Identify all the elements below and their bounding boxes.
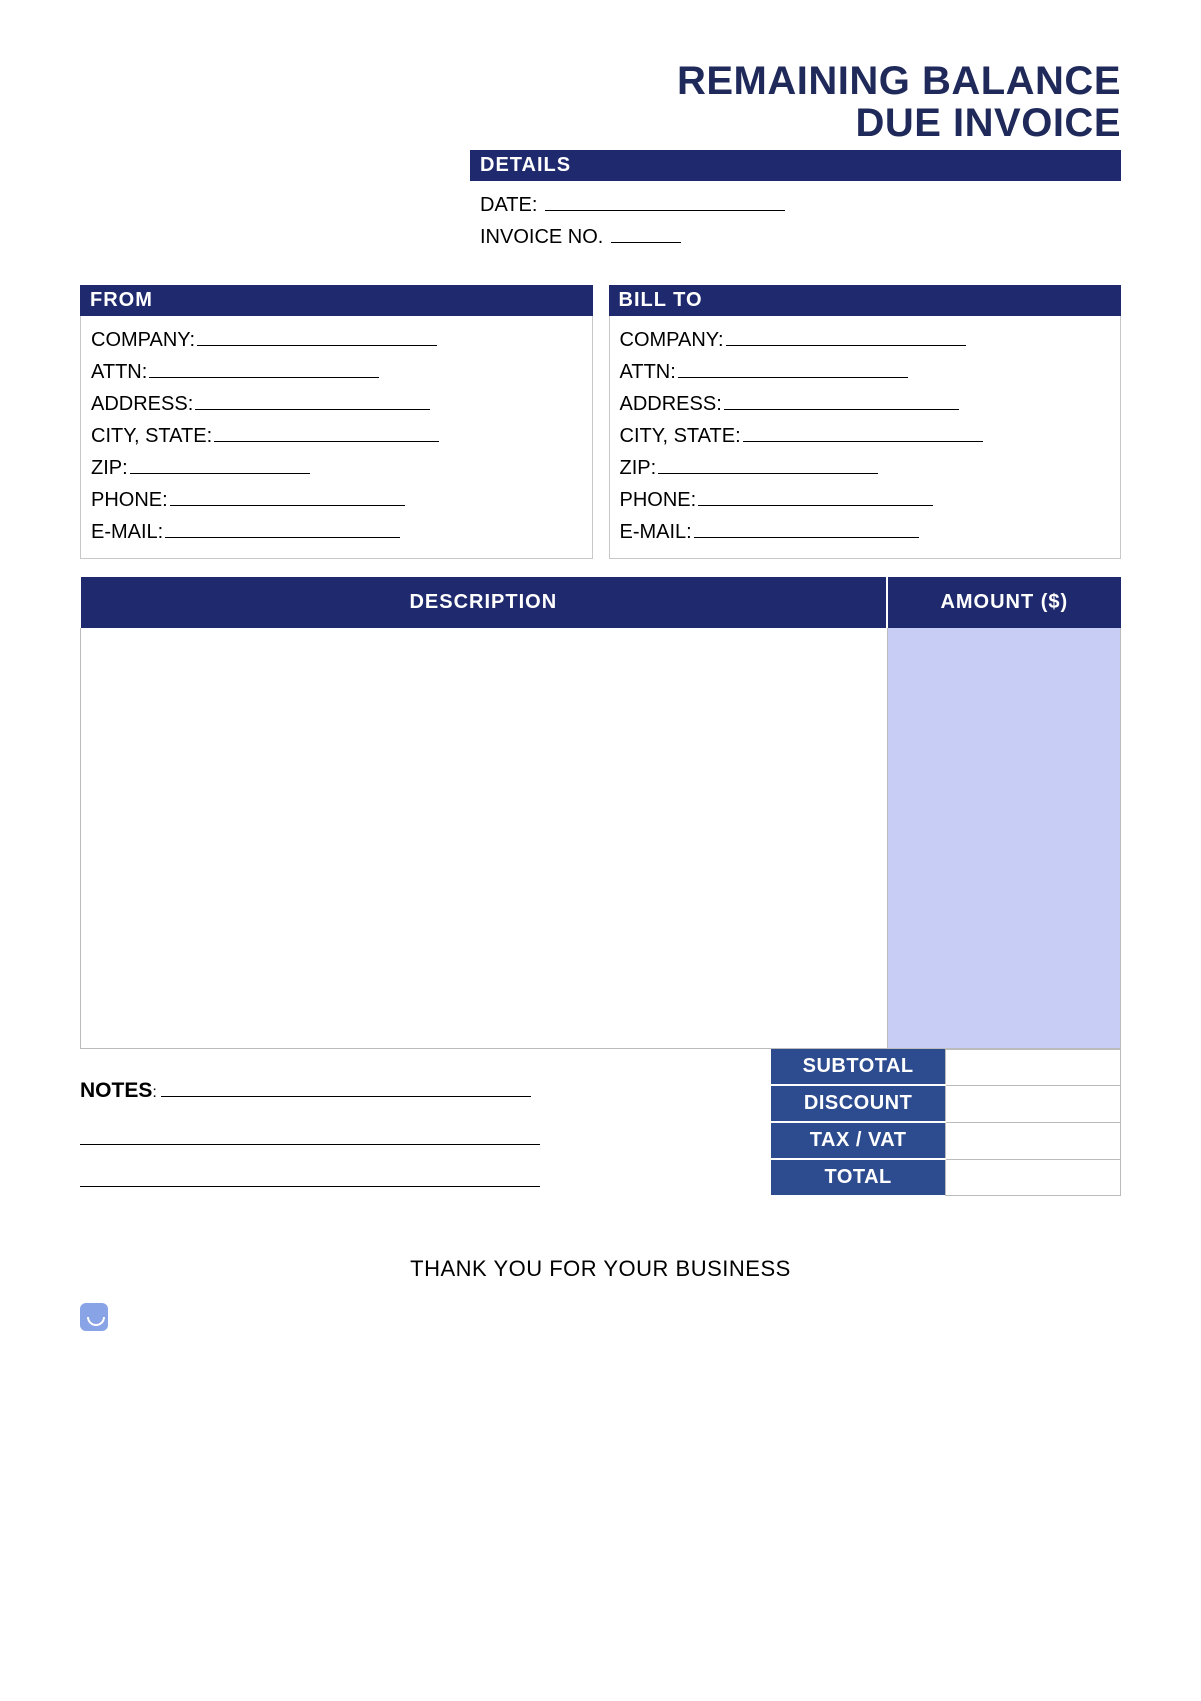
invoice-blank[interactable]	[611, 225, 681, 243]
taxvat-value[interactable]	[946, 1122, 1121, 1159]
billto-email-field[interactable]: E-MAIL:	[620, 516, 1111, 548]
from-company-field[interactable]: COMPANY:	[91, 324, 582, 356]
from-address-field[interactable]: ADDRESS:	[91, 388, 582, 420]
notes-line-2[interactable]	[80, 1129, 540, 1145]
billto-attn-field[interactable]: ATTN:	[620, 356, 1111, 388]
billto-address-field[interactable]: ADDRESS:	[620, 388, 1111, 420]
totals-table: SUBTOTAL DISCOUNT TAX / VAT TOTAL	[771, 1049, 1121, 1196]
date-blank[interactable]	[545, 193, 785, 211]
smile-icon	[80, 1303, 108, 1331]
details-header: DETAILS	[470, 150, 1121, 181]
title-line-1: REMAINING BALANCE	[677, 59, 1121, 103]
total-value[interactable]	[946, 1159, 1121, 1195]
document-title: REMAINING BALANCE DUE INVOICE	[470, 60, 1121, 144]
amount-cell[interactable]	[887, 628, 1120, 1048]
line-items-table: DESCRIPTION AMOUNT ($)	[80, 577, 1121, 1049]
description-header: DESCRIPTION	[81, 577, 888, 628]
invoice-field[interactable]: INVOICE NO.	[480, 221, 1111, 253]
discount-label: DISCOUNT	[771, 1085, 946, 1122]
billto-phone-field[interactable]: PHONE:	[620, 484, 1111, 516]
amount-header: AMOUNT ($)	[887, 577, 1120, 628]
notes-section[interactable]: NOTES:	[80, 1049, 771, 1187]
notes-line-1[interactable]	[161, 1081, 531, 1097]
thank-you-text: THANK YOU FOR YOUR BUSINESS	[80, 1256, 1121, 1282]
billto-header: BILL TO	[609, 285, 1122, 316]
notes-label: NOTES	[80, 1079, 152, 1102]
description-cell[interactable]	[81, 628, 888, 1048]
from-attn-field[interactable]: ATTN:	[91, 356, 582, 388]
taxvat-label: TAX / VAT	[771, 1122, 946, 1159]
from-email-field[interactable]: E-MAIL:	[91, 516, 582, 548]
date-field[interactable]: DATE:	[480, 189, 1111, 221]
discount-value[interactable]	[946, 1085, 1121, 1122]
invoice-label: INVOICE NO.	[480, 226, 603, 248]
from-header: FROM	[80, 285, 593, 316]
from-citystate-field[interactable]: CITY, STATE:	[91, 420, 582, 452]
date-label: DATE:	[480, 194, 537, 216]
from-zip-field[interactable]: ZIP:	[91, 452, 582, 484]
billto-citystate-field[interactable]: CITY, STATE:	[620, 420, 1111, 452]
subtotal-value[interactable]	[946, 1049, 1121, 1085]
from-phone-field[interactable]: PHONE:	[91, 484, 582, 516]
billto-company-field[interactable]: COMPANY:	[620, 324, 1111, 356]
title-line-2: DUE INVOICE	[855, 101, 1121, 145]
billto-zip-field[interactable]: ZIP:	[620, 452, 1111, 484]
total-label: TOTAL	[771, 1159, 946, 1195]
subtotal-label: SUBTOTAL	[771, 1049, 946, 1085]
notes-line-3[interactable]	[80, 1171, 540, 1187]
